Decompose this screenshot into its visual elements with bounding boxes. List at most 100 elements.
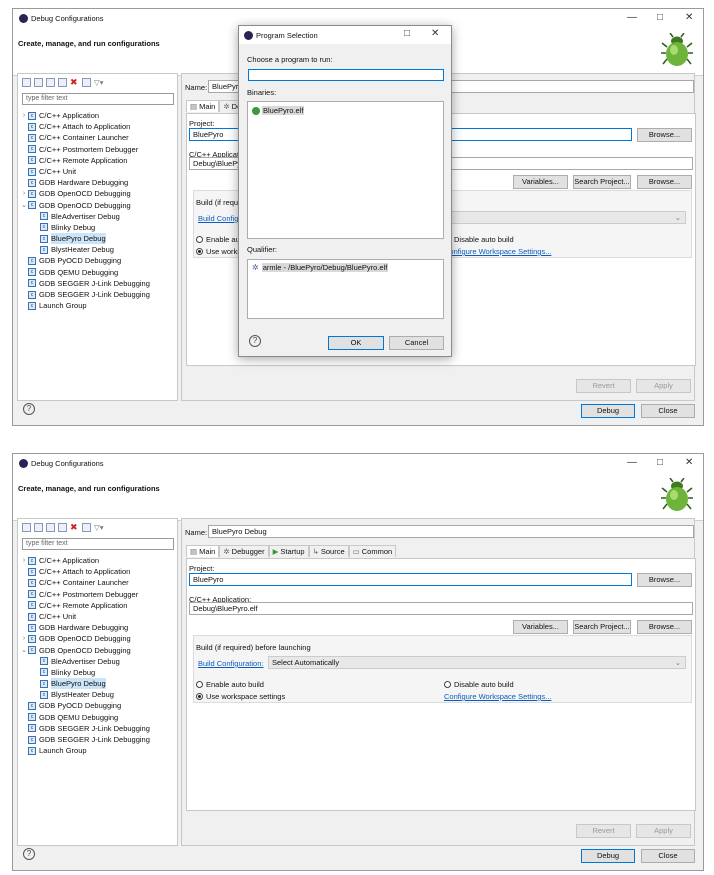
project-input[interactable]: BluePyro bbox=[189, 573, 632, 586]
disable-auto-build-radio[interactable]: Disable auto build bbox=[444, 680, 514, 689]
tree-item[interactable]: c BleAdvertiser Debug bbox=[20, 656, 176, 667]
maximize-button[interactable]: □ bbox=[657, 457, 663, 468]
ok-button[interactable]: OK bbox=[328, 336, 384, 350]
tree-item[interactable]: ⌄ c GDB OpenOCD Debugging bbox=[20, 645, 176, 656]
tree-item[interactable]: c GDB SEGGER J-Link Debugging bbox=[20, 723, 176, 734]
revert-button[interactable]: Revert bbox=[576, 824, 631, 838]
apply-button[interactable]: Apply bbox=[636, 379, 691, 393]
close-button[interactable]: ✕ bbox=[685, 457, 693, 468]
tree-item[interactable]: c C/C++ Unit bbox=[20, 166, 176, 177]
tree-item[interactable]: › c C/C++ Application bbox=[20, 555, 176, 566]
debug-button[interactable]: Debug bbox=[581, 849, 635, 863]
tree-item[interactable]: c BluePyro Debug bbox=[20, 678, 176, 690]
tree-item[interactable]: c C/C++ Attach to Application bbox=[20, 121, 176, 132]
help-button[interactable]: ? bbox=[23, 403, 35, 415]
close-dialog-button[interactable]: Close bbox=[641, 849, 695, 863]
expand-toggle-icon[interactable]: ⌄ bbox=[20, 200, 28, 211]
tree-item[interactable]: c GDB SEGGER J-Link Debugging bbox=[20, 278, 176, 289]
maximize-button[interactable]: □ bbox=[404, 28, 410, 39]
filter-input[interactable]: type filter text bbox=[22, 93, 174, 105]
debug-button[interactable]: Debug bbox=[581, 404, 635, 418]
help-button[interactable]: ? bbox=[23, 848, 35, 860]
delete-icon[interactable]: ✖ bbox=[70, 78, 79, 87]
tree-item[interactable]: c BlystHeater Debug bbox=[20, 689, 176, 700]
tree-item[interactable]: c Launch Group bbox=[20, 300, 176, 311]
tab-main[interactable]: ▤ Main bbox=[186, 545, 220, 557]
tree-item[interactable]: c BluePyro Debug bbox=[20, 233, 176, 245]
search-project-button[interactable]: Search Project... bbox=[573, 620, 631, 634]
browse-project-button[interactable]: Browse... bbox=[637, 573, 692, 587]
collapse-all-icon[interactable] bbox=[82, 78, 91, 87]
name-input[interactable]: BluePyro Debug bbox=[208, 525, 694, 538]
tree-item[interactable]: c BleAdvertiser Debug bbox=[20, 211, 176, 222]
variables-button[interactable]: Variables... bbox=[513, 175, 568, 189]
expand-toggle-icon[interactable]: › bbox=[20, 555, 28, 566]
apply-button[interactable]: Apply bbox=[636, 824, 691, 838]
tree-item[interactable]: c GDB PyOCD Debugging bbox=[20, 700, 176, 711]
program-filter-input[interactable] bbox=[248, 69, 444, 81]
duplicate-icon[interactable] bbox=[58, 523, 67, 532]
tree-item[interactable]: › c GDB OpenOCD Debugging bbox=[20, 633, 176, 644]
variables-button[interactable]: Variables... bbox=[513, 620, 568, 634]
tree-item[interactable]: c BlystHeater Debug bbox=[20, 244, 176, 255]
expand-toggle-icon[interactable]: › bbox=[20, 110, 28, 121]
use-workspace-settings-radio[interactable]: Use workspace settings bbox=[196, 692, 285, 701]
enable-auto-build-radio[interactable]: Enable auto build bbox=[196, 680, 264, 689]
search-project-button[interactable]: Search Project... bbox=[573, 175, 631, 189]
tree-item[interactable]: c GDB Hardware Debugging bbox=[20, 622, 176, 633]
filter-icon[interactable]: ▽▾ bbox=[94, 523, 104, 532]
configure-workspace-settings-link[interactable]: Configure Workspace Settings... bbox=[444, 247, 551, 256]
binaries-list[interactable]: BluePyro.elf bbox=[247, 101, 444, 239]
tab-common[interactable]: ▭Common bbox=[348, 545, 397, 557]
tab-main[interactable]: ▤ Main bbox=[186, 100, 220, 112]
export-icon[interactable] bbox=[46, 78, 55, 87]
minimize-button[interactable]: — bbox=[627, 457, 637, 468]
tree-item[interactable]: c C/C++ Container Launcher bbox=[20, 577, 176, 588]
tab-debugger[interactable]: ✲Debugger bbox=[219, 545, 269, 557]
new-prototype-icon[interactable] bbox=[34, 78, 43, 87]
tree-item[interactable]: c Blinky Debug bbox=[20, 667, 176, 678]
tree-item[interactable]: c C/C++ Remote Application bbox=[20, 600, 176, 611]
tree-item[interactable]: c C/C++ Remote Application bbox=[20, 155, 176, 166]
tree-item[interactable]: c GDB PyOCD Debugging bbox=[20, 255, 176, 266]
tree-item[interactable]: c C/C++ Unit bbox=[20, 611, 176, 622]
delete-icon[interactable]: ✖ bbox=[70, 523, 79, 532]
tree-item[interactable]: c C/C++ Postmortem Debugger bbox=[20, 144, 176, 155]
collapse-all-icon[interactable] bbox=[82, 523, 91, 532]
tree-item[interactable]: c C/C++ Postmortem Debugger bbox=[20, 589, 176, 600]
tree-item[interactable]: c GDB SEGGER J-Link Debugging bbox=[20, 289, 176, 300]
cancel-button[interactable]: Cancel bbox=[389, 336, 444, 350]
disable-auto-build-radio[interactable]: Disable auto build bbox=[444, 235, 514, 244]
browse-application-button[interactable]: Browse... bbox=[637, 620, 692, 634]
new-config-icon[interactable] bbox=[22, 523, 31, 532]
tree-item[interactable]: › c GDB OpenOCD Debugging bbox=[20, 188, 176, 199]
duplicate-icon[interactable] bbox=[58, 78, 67, 87]
new-config-icon[interactable] bbox=[22, 78, 31, 87]
close-button[interactable]: ✕ bbox=[685, 12, 693, 23]
close-dialog-button[interactable]: Close bbox=[641, 404, 695, 418]
tab-source[interactable]: ↳Source bbox=[308, 545, 349, 557]
help-button[interactable]: ? bbox=[249, 335, 261, 347]
export-icon[interactable] bbox=[46, 523, 55, 532]
tree-item[interactable]: c Blinky Debug bbox=[20, 222, 176, 233]
filter-icon[interactable]: ▽▾ bbox=[94, 78, 104, 87]
tree-item[interactable]: ⌄ c GDB OpenOCD Debugging bbox=[20, 200, 176, 211]
qualifier-list[interactable]: ✲ armle - /BluePyro/Debug/BluePyro.elf bbox=[247, 259, 444, 319]
tree-item[interactable]: c GDB Hardware Debugging bbox=[20, 177, 176, 188]
maximize-button[interactable]: □ bbox=[657, 12, 663, 23]
revert-button[interactable]: Revert bbox=[576, 379, 631, 393]
browse-project-button[interactable]: Browse... bbox=[637, 128, 692, 142]
tree-item[interactable]: c GDB QEMU Debugging bbox=[20, 267, 176, 278]
tree-item[interactable]: c GDB QEMU Debugging bbox=[20, 712, 176, 723]
browse-application-button[interactable]: Browse... bbox=[637, 175, 692, 189]
tree-item[interactable]: c Launch Group bbox=[20, 745, 176, 756]
tree-item[interactable]: c GDB SEGGER J-Link Debugging bbox=[20, 734, 176, 745]
tree-item[interactable]: c C/C++ Attach to Application bbox=[20, 566, 176, 577]
tab-startup[interactable]: ▶Startup bbox=[268, 545, 309, 557]
expand-toggle-icon[interactable]: ⌄ bbox=[20, 645, 28, 656]
tree-item[interactable]: c C/C++ Container Launcher bbox=[20, 132, 176, 143]
expand-toggle-icon[interactable]: › bbox=[20, 633, 28, 644]
configure-workspace-settings-link[interactable]: Configure Workspace Settings... bbox=[444, 692, 551, 701]
new-prototype-icon[interactable] bbox=[34, 523, 43, 532]
binary-item[interactable]: BluePyro.elf bbox=[252, 106, 439, 115]
